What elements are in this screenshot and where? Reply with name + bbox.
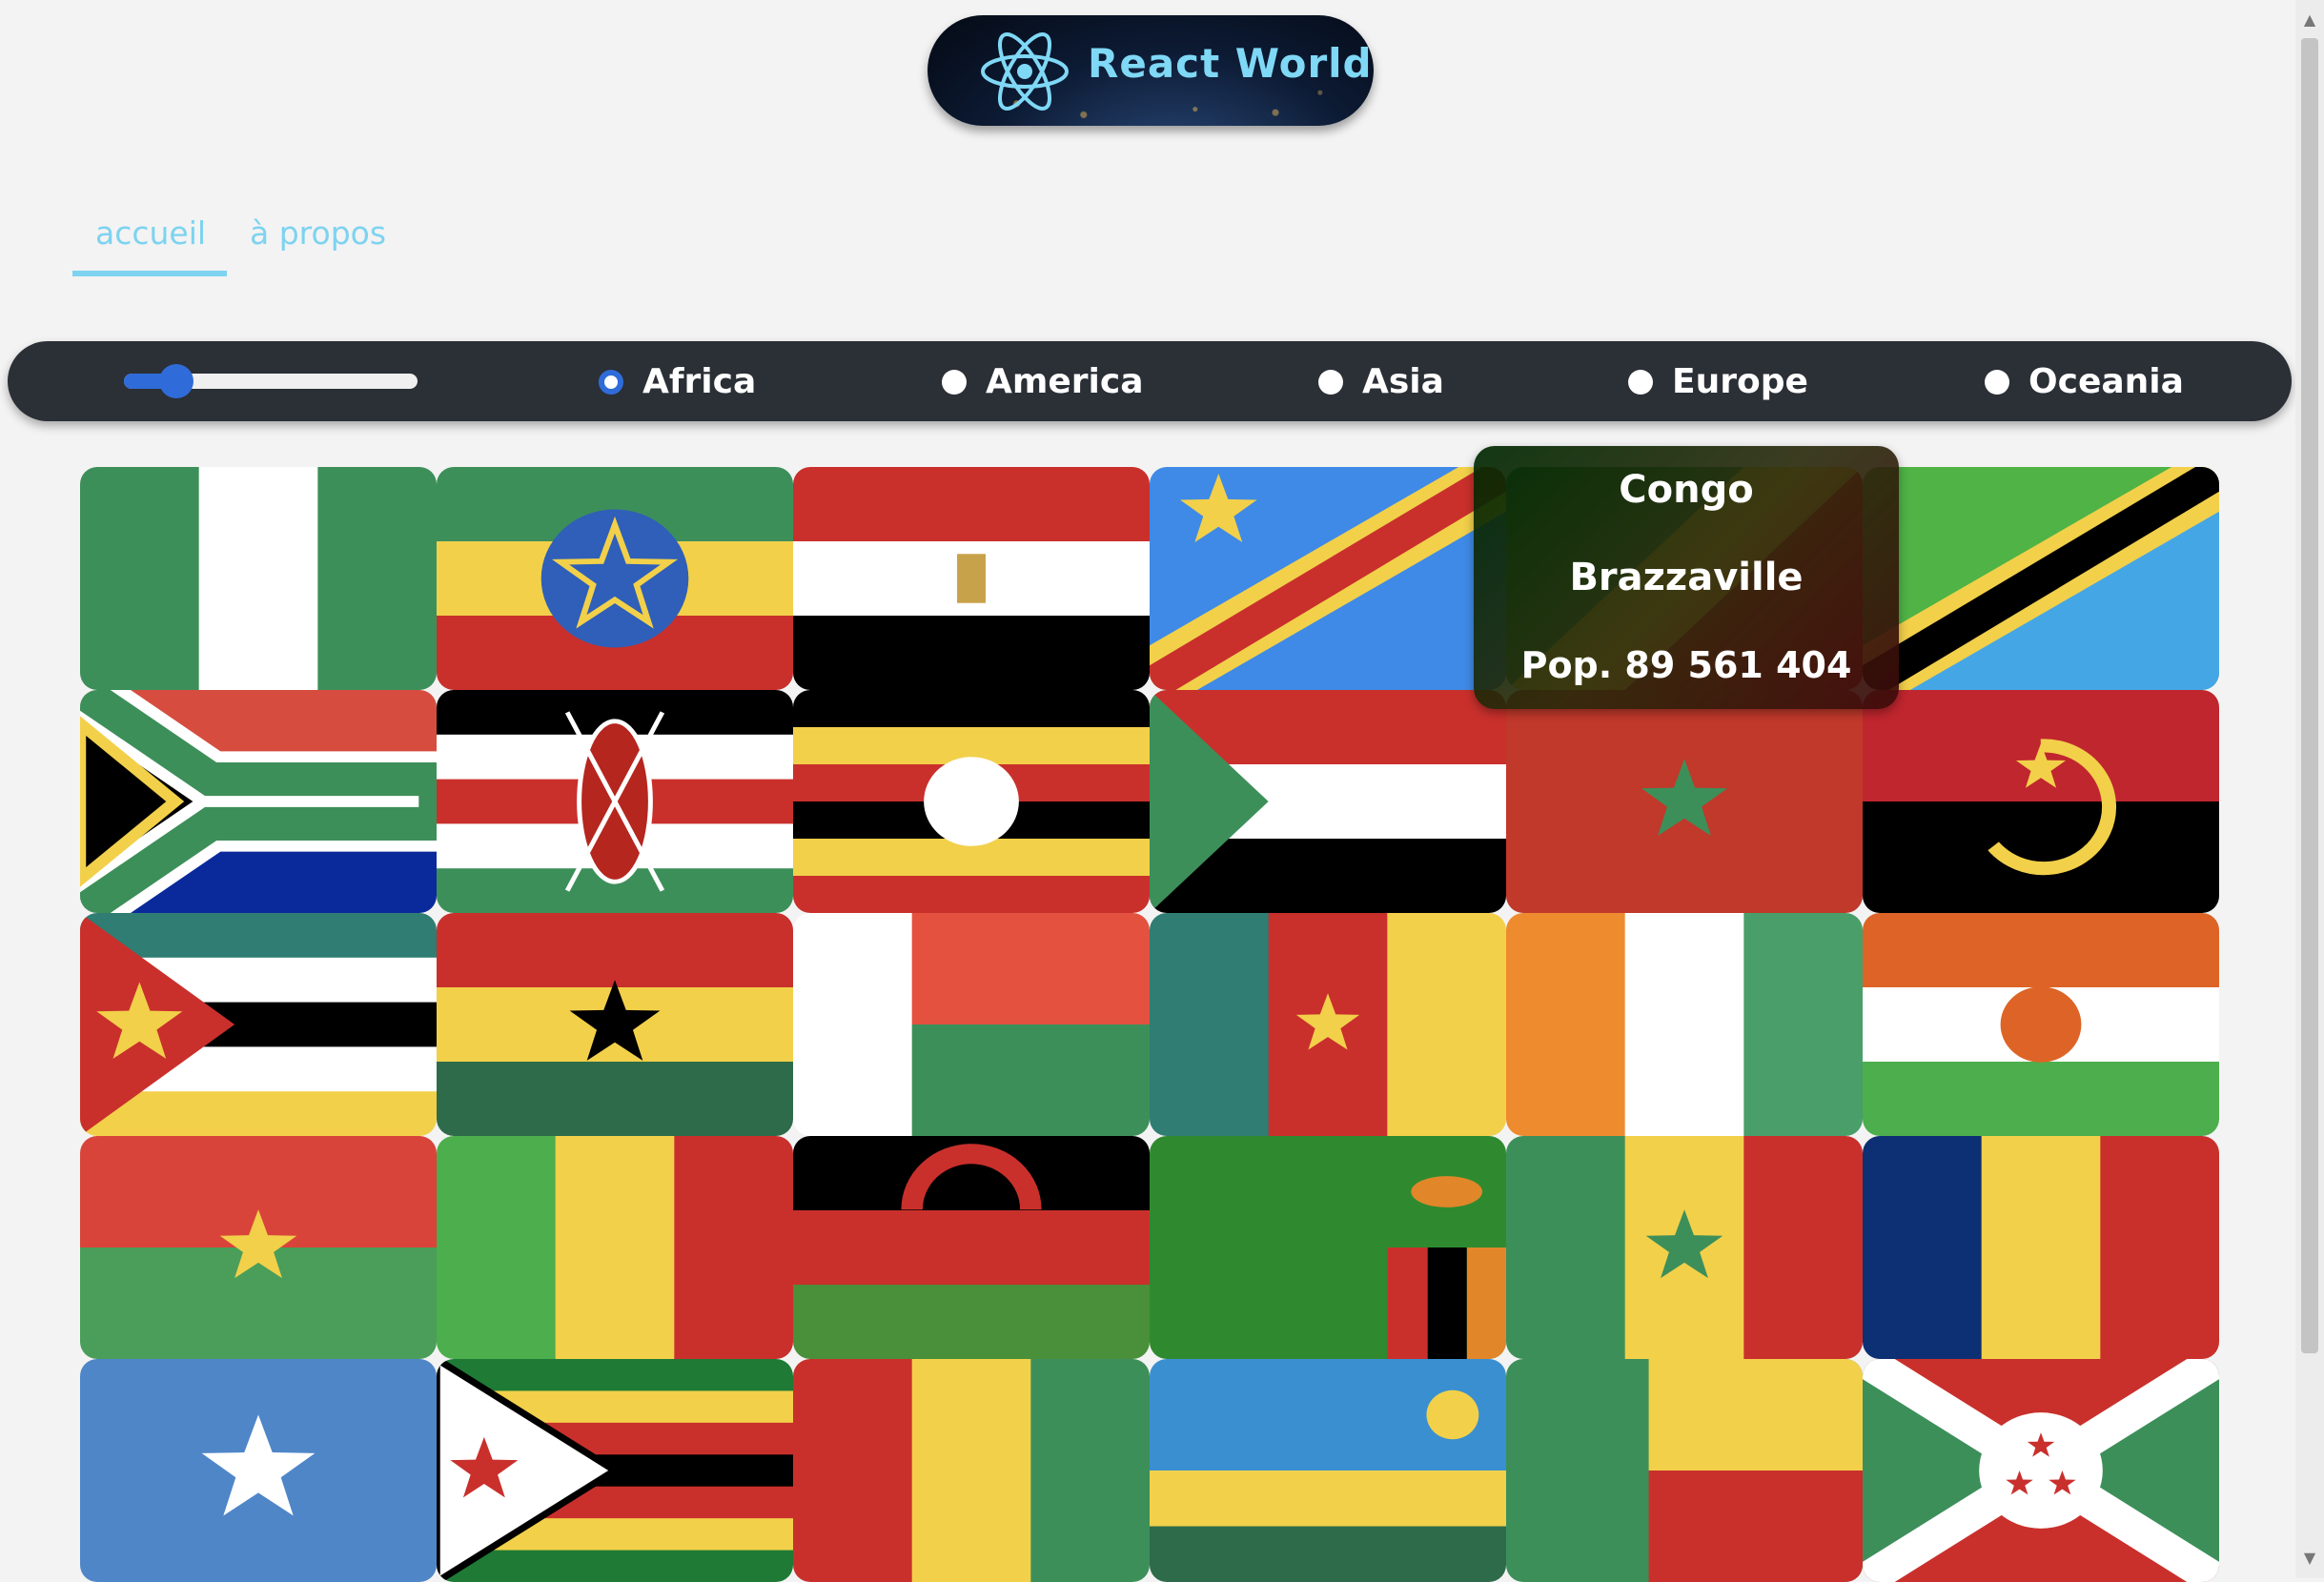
flag-south-africa[interactable] xyxy=(80,690,437,913)
react-world-logo[interactable]: React World xyxy=(928,15,1374,126)
radio-label: Europe xyxy=(1672,362,1808,401)
flag-mali[interactable] xyxy=(437,1136,793,1359)
scroll-up-icon[interactable]: ▲ xyxy=(2295,6,2324,34)
slider-thumb[interactable] xyxy=(159,364,194,398)
radio-dot[interactable] xyxy=(1318,370,1343,395)
country-tooltip: Congo Brazzaville Pop. 89 561 404 xyxy=(1474,446,1899,709)
flag-senegal[interactable] xyxy=(1506,1136,1863,1359)
flag-cameroon[interactable] xyxy=(1150,913,1506,1136)
radio-label: America xyxy=(986,362,1144,401)
flag-zimbabwe[interactable] xyxy=(437,1359,793,1582)
react-atom-icon xyxy=(977,29,1072,114)
radio-dot[interactable] xyxy=(1628,370,1653,395)
radio-america[interactable]: America xyxy=(942,362,1144,401)
radio-dot[interactable] xyxy=(599,370,623,395)
flag-madagascar[interactable] xyxy=(793,913,1150,1136)
flag-egypt[interactable] xyxy=(793,467,1150,690)
radio-dot[interactable] xyxy=(942,370,967,395)
flag-somalia[interactable] xyxy=(80,1359,437,1582)
flag-mozambique[interactable] xyxy=(80,913,437,1136)
flag-tanzania[interactable] xyxy=(1863,467,2219,690)
flag-sudan[interactable] xyxy=(1150,690,1506,913)
scrollbar-thumb[interactable] xyxy=(2301,38,2318,1353)
tooltip-population: Pop. 89 561 404 xyxy=(1474,621,1899,709)
tooltip-country: Congo xyxy=(1474,446,1899,534)
radio-oceania[interactable]: Oceania xyxy=(1985,362,2184,401)
main-nav: accueil à propos xyxy=(72,210,409,276)
flag-rwanda[interactable] xyxy=(1150,1359,1506,1582)
flag-ghana[interactable] xyxy=(437,913,793,1136)
flag-chad[interactable] xyxy=(1863,1136,2219,1359)
flag-uganda[interactable] xyxy=(793,690,1150,913)
radio-africa[interactable]: Africa xyxy=(599,362,756,401)
flag-kenya[interactable] xyxy=(437,690,793,913)
flag-niger[interactable] xyxy=(1863,913,2219,1136)
flag-morocco[interactable] xyxy=(1506,690,1863,913)
flag-benin[interactable] xyxy=(1506,1359,1863,1582)
flag-nigeria[interactable] xyxy=(80,467,437,690)
nav-link-a-propos[interactable]: à propos xyxy=(227,210,409,271)
flag-angola[interactable] xyxy=(1863,690,2219,913)
flag-ethiopia[interactable] xyxy=(437,467,793,690)
flag-malawi[interactable] xyxy=(793,1136,1150,1359)
radio-asia[interactable]: Asia xyxy=(1318,362,1444,401)
flag-burundi[interactable] xyxy=(1863,1359,2219,1582)
radio-label: Oceania xyxy=(2028,362,2184,401)
radio-label: Africa xyxy=(642,362,756,401)
flag-burkina-faso[interactable] xyxy=(80,1136,437,1359)
flag-dr-congo[interactable] xyxy=(1150,467,1506,690)
tooltip-capital: Brazzaville xyxy=(1474,534,1899,621)
country-count-slider[interactable] xyxy=(124,370,418,393)
filter-bar: Africa America Asia Europe Oceania xyxy=(8,341,2292,421)
radio-europe[interactable]: Europe xyxy=(1628,362,1808,401)
nav-link-accueil[interactable]: accueil xyxy=(72,210,227,276)
page-scrollbar[interactable]: ▲ ▼ xyxy=(2295,0,2324,1578)
radio-label: Asia xyxy=(1362,362,1444,401)
radio-dot[interactable] xyxy=(1985,370,2009,395)
scroll-down-icon[interactable]: ▼ xyxy=(2295,1544,2324,1572)
flag-guinea[interactable] xyxy=(793,1359,1150,1582)
flag-ivory-coast[interactable] xyxy=(1506,913,1863,1136)
flag-zambia[interactable] xyxy=(1150,1136,1506,1359)
logo-title: React World xyxy=(1088,40,1373,87)
